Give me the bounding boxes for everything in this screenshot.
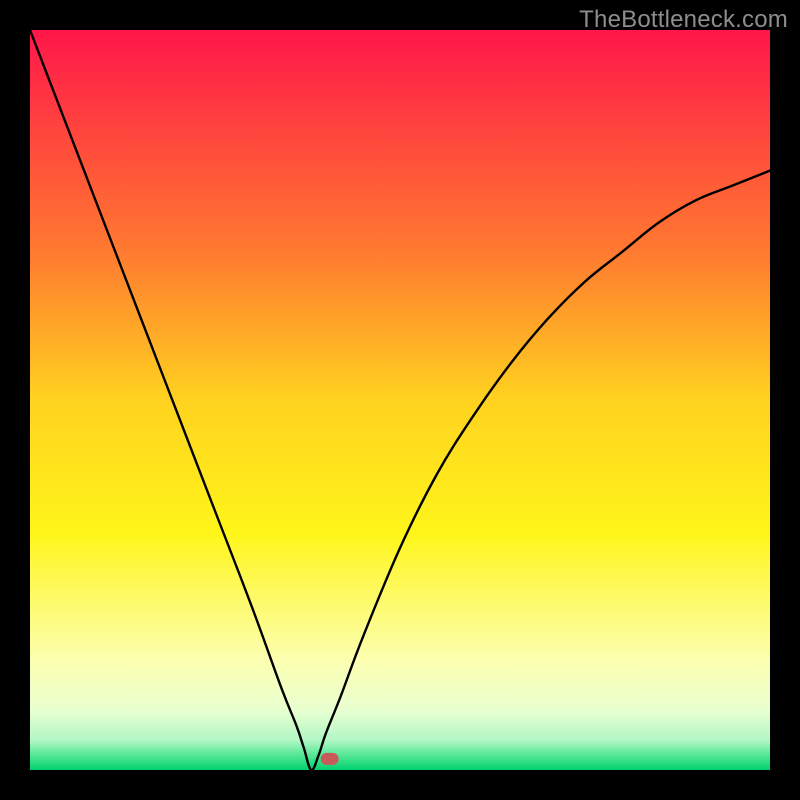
plot-area: [30, 30, 770, 770]
chart-frame: TheBottleneck.com: [0, 0, 800, 800]
gradient-background: [30, 30, 770, 770]
watermark-text: TheBottleneck.com: [579, 6, 788, 34]
bottleneck-chart: [30, 30, 770, 770]
optimum-marker: [321, 753, 339, 765]
optimum-marker-pill: [321, 753, 339, 765]
